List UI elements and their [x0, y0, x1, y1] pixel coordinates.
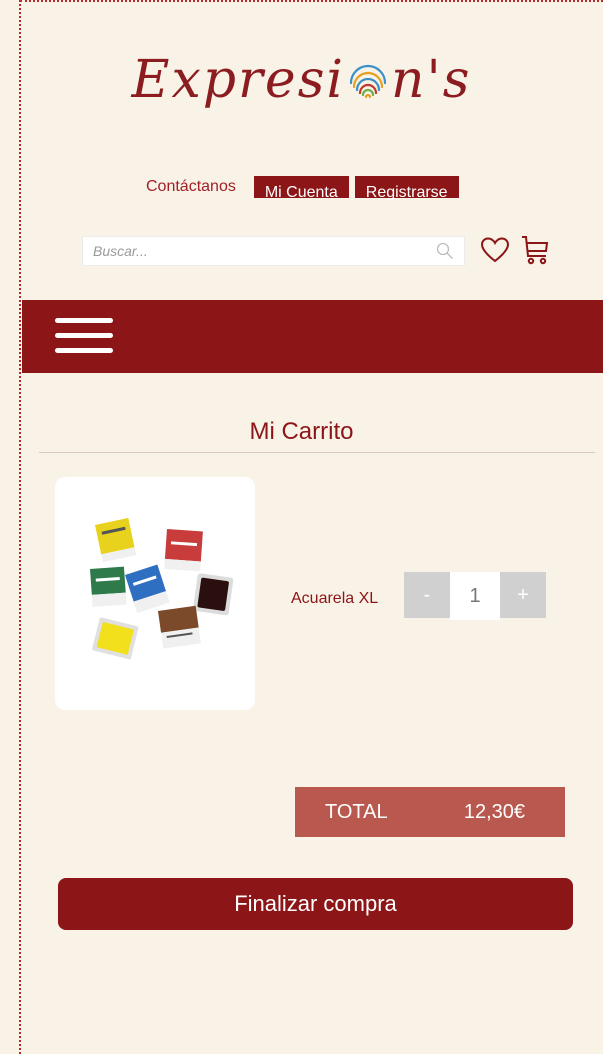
page-title: Mi Carrito [249, 418, 354, 445]
search-input[interactable] [83, 237, 433, 265]
contact-link[interactable]: Contáctanos [146, 178, 236, 196]
search-bar [82, 236, 465, 266]
hamburger-icon[interactable] [55, 318, 113, 354]
fingerprint-logo-icon [346, 54, 390, 114]
heart-icon[interactable] [480, 236, 510, 269]
dotted-border-top [20, 0, 603, 2]
quantity-stepper: - + [404, 572, 546, 620]
watercolor-pans-image [90, 517, 234, 660]
increase-quantity-button[interactable]: + [500, 572, 546, 618]
title-divider [39, 452, 595, 453]
decrease-quantity-button[interactable]: - [404, 572, 450, 618]
search-icon[interactable] [436, 242, 454, 265]
logo-text-right: n's [391, 50, 472, 110]
main-nav-bar [22, 300, 603, 373]
brand-logo[interactable]: Expresi n's [0, 50, 603, 114]
total-amount: 12,30€ [463, 800, 525, 823]
account-button[interactable]: Mi Cuenta [253, 176, 349, 201]
product-image[interactable] [55, 477, 255, 710]
top-nav: Contáctanos Mi Cuenta Registrarse [146, 176, 459, 201]
checkout-button[interactable]: Finalizar compra [58, 878, 573, 930]
quantity-input[interactable] [450, 572, 500, 620]
register-button[interactable]: Registrarse [354, 176, 459, 201]
logo-text-left: Expresi [131, 50, 346, 110]
total-box: TOTAL 12,30€ [295, 787, 565, 837]
dotted-border-left [19, 0, 21, 1054]
total-label: TOTAL [325, 800, 388, 823]
cart-item-name: Acuarela XL [291, 590, 379, 607]
cart-icon[interactable] [520, 234, 550, 271]
